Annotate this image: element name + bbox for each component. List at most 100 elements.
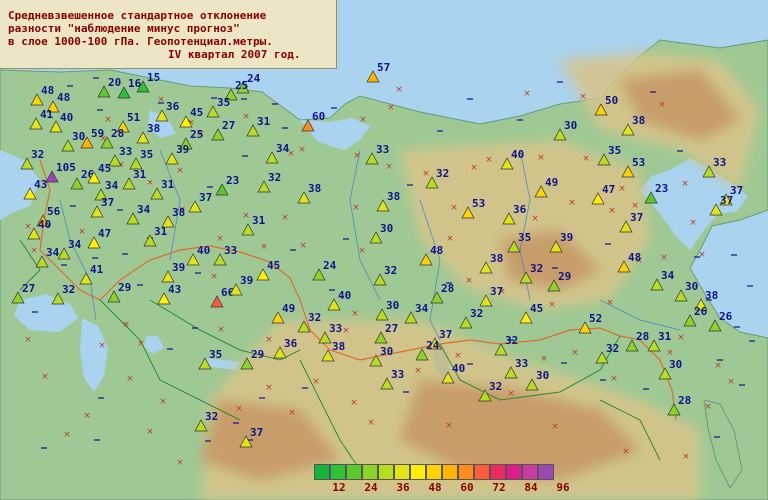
station-cross-marker: × (78, 227, 86, 237)
station-cross-marker: × (265, 383, 273, 393)
legend-label: 12 (332, 481, 346, 494)
station-cross-marker: × (146, 427, 154, 437)
station-value-label: 33 (376, 143, 389, 156)
station-value-label: 53 (472, 197, 485, 210)
station-value-label: 33 (515, 357, 528, 370)
station-value-label: 23 (655, 182, 668, 195)
station-value-label: 35 (217, 96, 230, 109)
station-value-label: 34 (661, 269, 675, 282)
station-value-label: 39 (240, 274, 253, 287)
legend-label: 48 (428, 481, 442, 494)
station-value-label: 32 (505, 334, 518, 347)
station-cross-marker: × (210, 272, 218, 282)
station-value-label: 37 (199, 191, 212, 204)
station-value-label: 33 (224, 244, 237, 257)
title-line-3: в слое 1000-100 гПа. Геопотенциал.метры. (8, 35, 273, 48)
station-cross-marker: × (704, 402, 712, 412)
station-cross-marker: × (104, 115, 112, 125)
station-value-label: 38 (172, 206, 185, 219)
station-cross-marker: × (216, 234, 224, 244)
station-cross-marker: × (540, 354, 548, 364)
station-cross-marker: × (608, 206, 616, 216)
station-cross-marker: × (579, 92, 587, 102)
station-value-label: 32 (470, 307, 483, 320)
station-cross-marker: × (298, 145, 306, 155)
station-cross-marker: × (353, 151, 361, 161)
station-value-label: 32 (308, 311, 321, 324)
station-value-label: 35 (140, 148, 153, 161)
station-cross-marker: × (606, 298, 614, 308)
station-cross-marker: × (666, 348, 674, 358)
station-cross-marker: × (551, 422, 559, 432)
map-view: × × × × × × × × × × × × × × × × × × × × × × × × × × × × × × × × × × × × × × × ×… (0, 0, 768, 500)
station-value-label: 48 (430, 244, 443, 257)
legend-swatch (490, 464, 506, 480)
station-cross-marker: × (83, 411, 91, 421)
station-cross-marker: × (465, 276, 473, 286)
station-cross-marker: × (568, 198, 576, 208)
station-value-label: 37 (630, 211, 643, 224)
station-cross-marker: × (367, 418, 375, 428)
legend-cells (314, 464, 574, 480)
station-cross-marker: × (98, 341, 106, 351)
station-cross-marker: × (288, 408, 296, 418)
station-value-label: 30 (536, 369, 549, 382)
station-value-label: 50 (605, 94, 618, 107)
station-value-label: 26 (719, 310, 733, 323)
station-cross-marker: × (30, 246, 38, 256)
station-value-label: 32 (436, 167, 449, 180)
station-cross-marker: × (312, 377, 320, 387)
station-value-label: 33 (119, 145, 132, 158)
station-cross-marker: × (658, 100, 666, 110)
title-line-2: разности "наблюдение минус прогноз" (8, 22, 240, 35)
station-cross-marker: × (422, 169, 430, 179)
station-value-label: 45 (530, 302, 543, 315)
station-value-label: 24 (247, 72, 261, 85)
station-cross-marker: × (351, 309, 359, 319)
station-value-label: 26 (694, 305, 708, 318)
station-cross-marker: × (395, 85, 403, 95)
station-value-label: 39 (172, 261, 185, 274)
station-cross-marker: × (24, 222, 32, 232)
station-value-label: 45 (98, 162, 111, 175)
station-value-label: 28 (441, 282, 454, 295)
station-value-label: 37 (490, 285, 503, 298)
station-value-label: 40 (338, 289, 351, 302)
station-value-label: 23 (226, 174, 239, 187)
station-cross-marker: × (137, 339, 145, 349)
station-cross-marker: × (126, 374, 134, 384)
color-legend: 12 24 36 48 60 72 84 96 (314, 464, 574, 494)
station-value-label: 33 (391, 368, 404, 381)
station-cross-marker: × (352, 203, 360, 213)
station-cross-marker: × (698, 250, 706, 260)
station-value-label: 45 (267, 259, 280, 272)
station-cross-marker: × (387, 103, 395, 113)
station-value-label: 31 (252, 214, 266, 227)
station-cross-marker: × (622, 447, 630, 457)
station-value-label: 20 (108, 76, 121, 89)
station-value-label: 31 (257, 115, 271, 128)
station-value-label: 27 (22, 282, 35, 295)
station-cross-marker: × (24, 335, 32, 345)
station-value-label: 33 (329, 322, 342, 335)
station-value-label: 32 (489, 380, 502, 393)
station-value-label: 53 (632, 156, 645, 169)
legend-swatch (362, 464, 378, 480)
station-cross-marker: × (537, 153, 545, 163)
legend-swatch (442, 464, 458, 480)
station-cross-marker: × (714, 361, 722, 371)
station-cross-marker: × (485, 155, 493, 165)
station-cross-marker: × (548, 300, 556, 310)
station-value-label: 43 (34, 178, 47, 191)
station-value-label: 38 (147, 122, 160, 135)
station-value-label: 39 (176, 143, 189, 156)
station-value-label: 56 (47, 205, 61, 218)
station-value-label: 31 (161, 178, 175, 191)
station-value-label: 60 (312, 110, 325, 123)
station-value-label: 25 (235, 79, 248, 92)
station-cross-marker: × (122, 320, 130, 330)
station-value-label: 28 (636, 330, 649, 343)
station-cross-marker: × (159, 397, 167, 407)
station-cross-marker: × (359, 115, 367, 125)
station-cross-marker: × (176, 458, 184, 468)
